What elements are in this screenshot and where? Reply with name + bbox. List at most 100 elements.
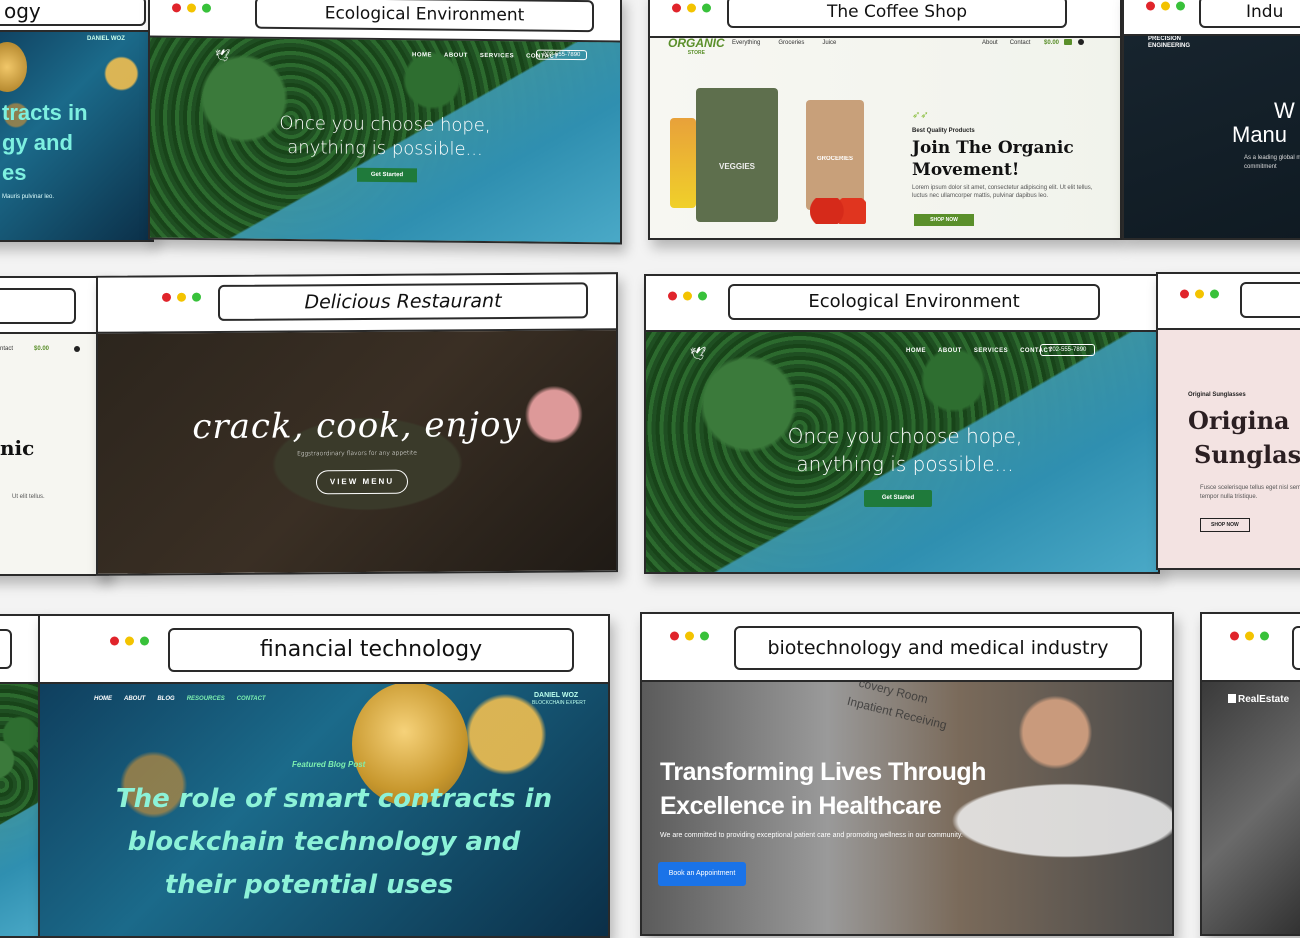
- nav-resources[interactable]: RESOURCES: [187, 696, 225, 702]
- hero-heading-line-3: es: [2, 160, 27, 185]
- website-card-sunglasses-partial[interactable]: Original Sunglasses Origina Sunglas Fusc…: [1156, 272, 1300, 570]
- book-appointment-button[interactable]: Book an Appointment: [658, 862, 746, 886]
- nav-home[interactable]: HOME: [906, 348, 926, 354]
- minimize-dot-icon[interactable]: [125, 636, 134, 646]
- close-dot-icon[interactable]: [1180, 289, 1189, 299]
- shop-now-button[interactable]: SHOP NOW: [914, 214, 974, 226]
- website-card-crypto-partial[interactable]: ogy DANIEL WOZ tracts in gy and es Mauri…: [0, 0, 154, 242]
- realestate-logo-icon: [1228, 694, 1236, 703]
- website-card-coffee-shop[interactable]: The Coffee Shop ORGANIC STORE Everything…: [648, 0, 1122, 240]
- nav-blog[interactable]: BLOG: [157, 696, 174, 702]
- nav-home[interactable]: HOME: [94, 696, 112, 702]
- browser-bar: [1158, 274, 1300, 330]
- get-started-button[interactable]: Get Started: [864, 490, 932, 507]
- get-started-button[interactable]: Get Started: [357, 167, 417, 183]
- minimize-dot-icon[interactable]: [687, 3, 696, 13]
- close-dot-icon[interactable]: [162, 292, 171, 302]
- website-screenshot: ntact $0.00 nic Ut elit tellus.: [0, 334, 107, 574]
- nav-contact[interactable]: CONTACT: [237, 696, 266, 702]
- nav-contact[interactable]: ntact: [0, 346, 13, 352]
- window-controls: [172, 3, 211, 13]
- close-dot-icon[interactable]: [672, 3, 681, 13]
- browser-bar: [0, 278, 107, 334]
- website-card-realestate-partial[interactable]: RealEstate: [1200, 612, 1300, 936]
- nav-about[interactable]: About: [982, 40, 998, 46]
- logo-subtext: STORE: [687, 50, 705, 56]
- phone-button[interactable]: 202-555-7890: [1040, 344, 1096, 356]
- minimize-dot-icon[interactable]: [1195, 289, 1204, 299]
- website-card-restaurant[interactable]: Delicious Restaurant crack, cook, enjoy …: [96, 272, 618, 576]
- juice-bottle-image: [670, 118, 696, 208]
- user-icon[interactable]: [74, 346, 80, 352]
- hero-body-text: We are committed to providing exceptiona…: [660, 832, 963, 839]
- hero-body-fragment: Ut elit tellus.: [12, 494, 45, 500]
- nav-home[interactable]: HOME: [412, 52, 432, 58]
- user-icon[interactable]: [1078, 39, 1084, 45]
- view-menu-button[interactable]: VIEW MENU: [316, 469, 408, 495]
- minimize-dot-icon[interactable]: [187, 3, 196, 13]
- maximize-dot-icon[interactable]: [1210, 289, 1219, 299]
- cart-total[interactable]: $0.00: [1044, 40, 1059, 46]
- minimize-dot-icon[interactable]: [1161, 1, 1170, 11]
- minimize-dot-icon[interactable]: [683, 291, 692, 301]
- hero-script-heading: crack, cook, enjoy: [192, 404, 522, 448]
- nav-about[interactable]: ABOUT: [444, 53, 468, 59]
- website-screenshot: ORGANIC STORE Everything Groceries Juice…: [650, 38, 1120, 238]
- website-card-organic-partial[interactable]: ntact $0.00 nic Ut elit tellus.: [0, 276, 109, 576]
- hero-heading-line-2: blockchain technology and: [127, 827, 521, 857]
- card-title: Ecological Environment: [728, 284, 1100, 320]
- close-dot-icon[interactable]: [1146, 1, 1155, 11]
- minimize-dot-icon[interactable]: [1245, 631, 1254, 641]
- card-title: [1240, 282, 1300, 318]
- hero-heading-line-1: Once you choose hope,: [787, 424, 1023, 448]
- hero-heading-fragment: nic: [0, 436, 35, 460]
- maximize-dot-icon[interactable]: [1260, 631, 1269, 641]
- card-title: Delicious Restaurant: [218, 282, 588, 321]
- nav-services[interactable]: SERVICES: [974, 348, 1008, 354]
- website-card-fintech[interactable]: financial technology HOME ABOUT BLOG RES…: [38, 614, 610, 938]
- browser-bar: biotechnology and medical industry: [642, 614, 1172, 682]
- minimize-dot-icon[interactable]: [685, 631, 694, 641]
- close-dot-icon[interactable]: [1230, 631, 1239, 641]
- cart-total[interactable]: $0.00: [34, 346, 49, 352]
- minimize-dot-icon[interactable]: [177, 292, 186, 302]
- card-title: [1292, 626, 1300, 670]
- close-dot-icon[interactable]: [110, 636, 119, 646]
- window-controls: [1230, 631, 1269, 641]
- coin-image: [0, 42, 27, 92]
- nav-groceries[interactable]: Groceries: [778, 40, 804, 46]
- window-controls: [1180, 289, 1219, 299]
- maximize-dot-icon[interactable]: [192, 292, 201, 302]
- hero-heading-line-2: Manu: [1232, 122, 1288, 147]
- hero-heading-line-2: gy and: [2, 130, 73, 155]
- nav-about[interactable]: ABOUT: [124, 696, 145, 702]
- website-card-industry-partial[interactable]: Indu PRECISION ENGINEERING W Manu As a l…: [1122, 0, 1300, 240]
- nav-about[interactable]: ABOUT: [938, 348, 962, 354]
- nav-contact[interactable]: Contact: [1010, 40, 1031, 46]
- hero-heading-line-2: anything is possible...: [796, 452, 1014, 476]
- brand-logo: RealEstate: [1238, 694, 1290, 705]
- website-card-ecological-mid[interactable]: Ecological Environment 🕊 HOME ABOUT SERV…: [644, 274, 1160, 574]
- window-controls: [1146, 1, 1185, 11]
- cart-icon[interactable]: [1064, 39, 1072, 45]
- phone-button[interactable]: 202-555-7890: [536, 49, 588, 61]
- maximize-dot-icon[interactable]: [702, 3, 711, 13]
- maximize-dot-icon[interactable]: [140, 636, 149, 646]
- website-card-ecological-top[interactable]: Ecological Environment 🕊 HOME ABOUT SERV…: [148, 0, 622, 245]
- browser-bar: Ecological Environment: [150, 0, 620, 43]
- close-dot-icon[interactable]: [668, 291, 677, 301]
- website-card-biotech[interactable]: biotechnology and medical industry cover…: [640, 612, 1174, 936]
- close-dot-icon[interactable]: [670, 631, 679, 641]
- close-dot-icon[interactable]: [172, 3, 181, 13]
- maximize-dot-icon[interactable]: [1176, 1, 1185, 11]
- maximize-dot-icon[interactable]: [698, 291, 707, 301]
- maximize-dot-icon[interactable]: [202, 3, 211, 13]
- shop-now-button[interactable]: SHOP NOW: [1200, 518, 1250, 532]
- website-screenshot: RealEstate: [1202, 682, 1300, 934]
- nav-everything[interactable]: Everything: [732, 40, 760, 46]
- site-nav: HOME ABOUT SERVICES CONTACT: [906, 348, 1052, 354]
- website-screenshot: Original Sunglasses Origina Sunglas Fusc…: [1158, 330, 1300, 568]
- nav-juice[interactable]: Juice: [822, 40, 836, 46]
- nav-services[interactable]: SERVICES: [480, 53, 514, 59]
- maximize-dot-icon[interactable]: [700, 631, 709, 641]
